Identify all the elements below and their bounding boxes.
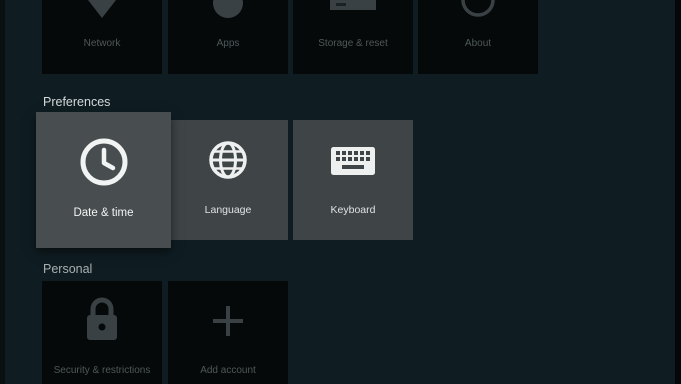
plus-icon xyxy=(168,303,288,339)
tile-security-restrictions[interactable]: Security & restrictions xyxy=(42,281,162,384)
section-title-preferences: Preferences xyxy=(43,95,111,109)
tile-language[interactable]: Language xyxy=(168,120,288,240)
screen-edge-left xyxy=(0,0,5,384)
keyboard-icon xyxy=(293,146,413,176)
clock-icon xyxy=(36,136,171,188)
tile-apps[interactable]: Apps xyxy=(168,0,288,74)
tile-label: About xyxy=(464,38,492,49)
tile-label: Add account xyxy=(200,365,256,376)
tile-label: Language xyxy=(204,204,252,216)
storage-icon xyxy=(293,0,413,12)
tile-label: Apps xyxy=(216,38,240,49)
tile-date-time[interactable]: Date & time xyxy=(36,112,171,248)
tile-about[interactable]: About xyxy=(418,0,538,74)
tile-label: Keyboard xyxy=(330,204,376,216)
network-icon xyxy=(42,0,162,20)
tile-add-account[interactable]: Add account xyxy=(168,281,288,384)
about-icon xyxy=(418,0,538,18)
tile-storage-reset[interactable]: Storage & reset xyxy=(293,0,413,74)
tile-keyboard[interactable]: Keyboard xyxy=(293,120,413,240)
lock-icon xyxy=(42,296,162,342)
tile-label: Security & restrictions xyxy=(53,365,151,376)
apps-icon xyxy=(168,0,288,20)
tile-network[interactable]: Network xyxy=(42,0,162,74)
screen-edge-right xyxy=(675,0,681,384)
tile-label: Storage & reset xyxy=(318,38,388,49)
tile-label: Date & time xyxy=(73,207,134,219)
globe-icon xyxy=(168,138,288,182)
tile-label: Network xyxy=(83,38,121,49)
section-title-personal: Personal xyxy=(43,262,93,276)
